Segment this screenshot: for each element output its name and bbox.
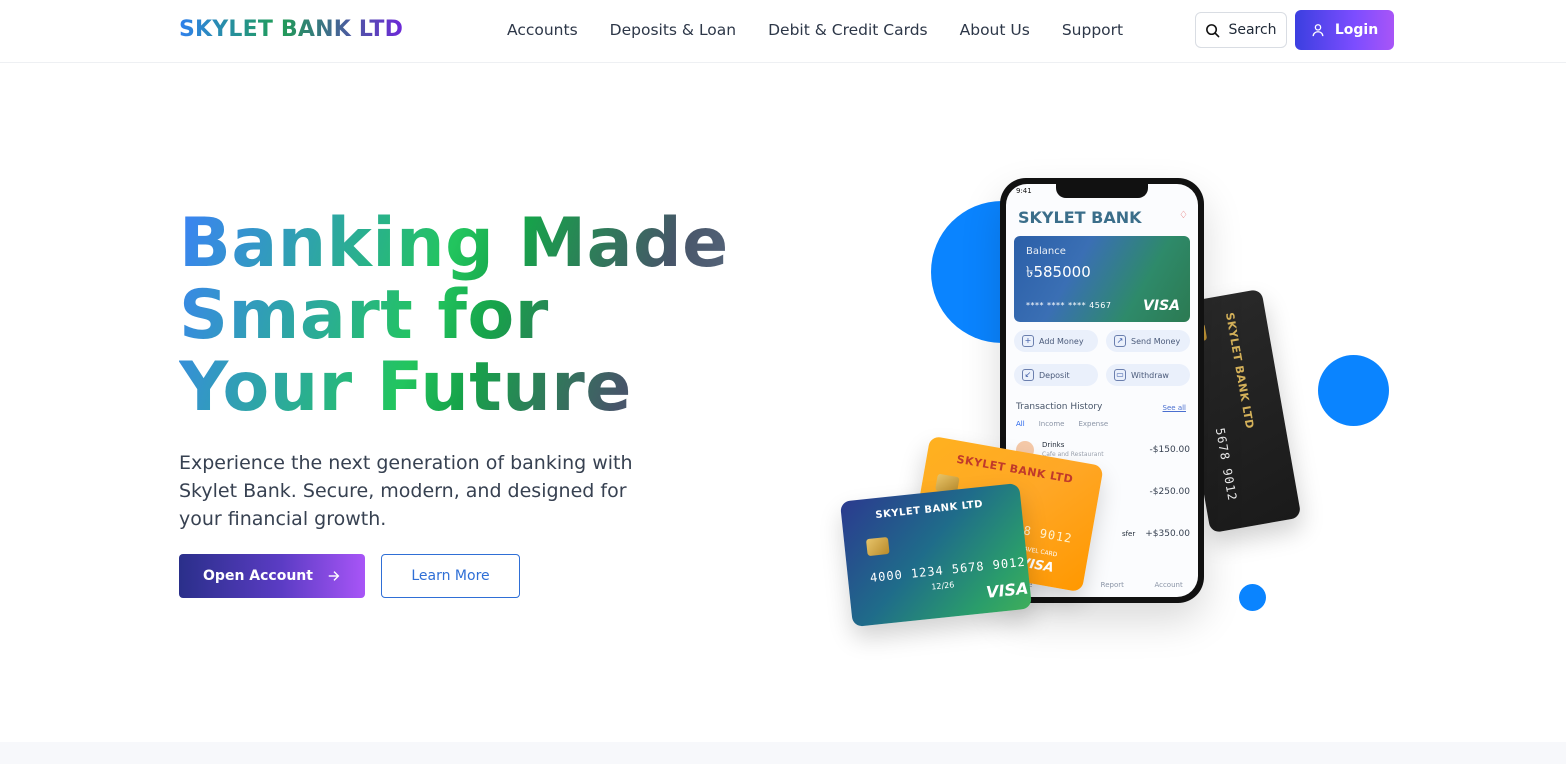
transaction-history-title: Transaction History <box>1016 402 1103 412</box>
user-icon <box>1312 24 1324 37</box>
bell-icon: ♢ <box>1179 210 1188 221</box>
black-card-number: 5678 9012 <box>1212 426 1240 503</box>
phone-brand: SKYLET BANK <box>1018 208 1142 227</box>
action-add-money-label: Add Money <box>1039 336 1084 346</box>
black-card-name: SKYLET BANK LTD <box>1222 311 1257 431</box>
search-label: Search <box>1228 22 1277 38</box>
next-section-band <box>0 742 1566 764</box>
phone-notch <box>1056 184 1148 198</box>
hero-title: Banking Made Smart for Your Future <box>179 208 739 424</box>
green-debit-card: SKYLET BANK LTD 4000 1234 5678 9012 12/2… <box>839 482 1033 628</box>
action-send-money-label: Send Money <box>1131 336 1181 346</box>
open-account-label: Open Account <box>203 568 313 584</box>
action-deposit: ↙ Deposit <box>1014 364 1098 386</box>
transaction-amount: +$350.00 <box>1145 529 1190 539</box>
search-icon <box>1206 23 1220 37</box>
balance-label: Balance <box>1026 246 1066 257</box>
action-withdraw: ▭ Withdraw <box>1106 364 1190 386</box>
action-send-money: ↗ Send Money <box>1106 330 1190 352</box>
action-add-money: + Add Money <box>1014 330 1098 352</box>
green-card-name: SKYLET BANK LTD <box>874 498 984 522</box>
main-nav: Accounts Deposits & Loan Debit & Credit … <box>507 21 1123 39</box>
hero-description: Experience the next generation of bankin… <box>179 452 633 530</box>
brand-logo[interactable]: SKYLET BANK LTD <box>179 17 403 42</box>
nav-link-deposits-loan[interactable]: Deposits & Loan <box>610 21 736 39</box>
green-card-visa: VISA <box>985 578 1030 602</box>
see-all-link: See all <box>1162 404 1186 412</box>
bottom-nav-account: Account <box>1154 581 1183 589</box>
decor-circle-medium <box>1318 355 1389 426</box>
tab-all: All <box>1016 420 1025 428</box>
withdraw-icon: ▭ <box>1114 369 1126 381</box>
learn-more-label: Learn More <box>411 568 490 584</box>
decor-circle-small <box>1239 584 1266 611</box>
tab-expense: Expense <box>1078 420 1109 428</box>
transaction-amount: -$250.00 <box>1149 487 1190 497</box>
action-deposit-label: Deposit <box>1039 370 1070 380</box>
plus-icon: + <box>1022 335 1034 347</box>
navbar: SKYLET BANK LTD Accounts Deposits & Loan… <box>0 0 1566 63</box>
bottom-nav-report: Report <box>1100 581 1124 589</box>
learn-more-button[interactable]: Learn More <box>381 554 520 598</box>
search-button[interactable]: Search <box>1195 12 1287 48</box>
green-card-valid: 12/26 <box>930 580 955 592</box>
login-label: Login <box>1334 22 1379 38</box>
action-withdraw-label: Withdraw <box>1131 370 1169 380</box>
send-icon: ↗ <box>1114 335 1126 347</box>
login-button[interactable]: Login <box>1295 10 1394 50</box>
nav-link-support[interactable]: Support <box>1062 21 1123 39</box>
balance-value: ৳585000 <box>1026 263 1091 281</box>
balance-card-number: **** **** **** 4567 <box>1026 301 1112 310</box>
transaction-amount: -$150.00 <box>1149 445 1190 455</box>
transaction-tabs: All Income Expense <box>1016 420 1108 428</box>
tab-income: Income <box>1038 420 1065 428</box>
orange-card-name: SKYLET BANK LTD <box>955 452 1075 487</box>
balance-card-visa: VISA <box>1143 298 1180 314</box>
nav-link-about-us[interactable]: About Us <box>960 21 1030 39</box>
balance-card: Balance ৳585000 **** **** **** 4567 VISA <box>1014 236 1190 322</box>
card-chip <box>865 536 890 557</box>
arrow-right-icon <box>328 571 340 581</box>
transaction-name: Drinks <box>1042 441 1065 449</box>
nav-link-cards[interactable]: Debit & Credit Cards <box>768 21 928 39</box>
hero-illustration: SKYLET BANK LTD 5678 9012 9:41 SKYLET BA… <box>830 170 1410 640</box>
open-account-button[interactable]: Open Account <box>179 554 365 598</box>
phone-status-time: 9:41 <box>1016 187 1032 195</box>
deposit-icon: ↙ <box>1022 369 1034 381</box>
nav-link-accounts[interactable]: Accounts <box>507 21 578 39</box>
